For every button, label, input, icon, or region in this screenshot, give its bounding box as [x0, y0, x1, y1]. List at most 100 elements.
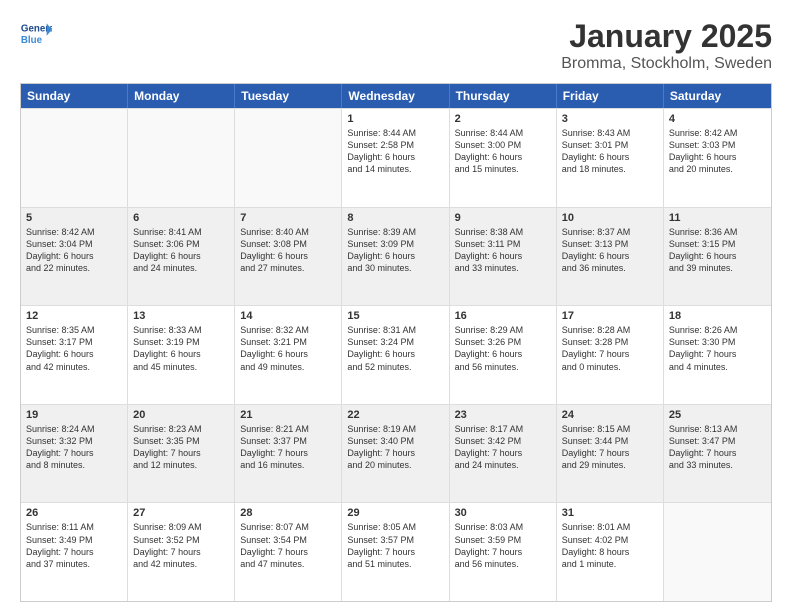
day-cell-14: 14Sunrise: 8:32 AMSunset: 3:21 PMDayligh… [235, 306, 342, 404]
day-number: 2 [455, 113, 551, 125]
day-info: Sunrise: 8:42 AMSunset: 3:04 PMDaylight:… [26, 226, 122, 275]
day-cell-3: 3Sunrise: 8:43 AMSunset: 3:01 PMDaylight… [557, 109, 664, 207]
logo-icon: General Blue [20, 18, 52, 50]
day-number: 29 [347, 507, 443, 519]
day-info: Sunrise: 8:26 AMSunset: 3:30 PMDaylight:… [669, 324, 766, 373]
day-cell-6: 6 Sunrise: 8:41 AMSunset: 3:06 PMDaylight… [128, 208, 235, 306]
day-info: Sunrise: 8:23 AMSunset: 3:35 PMDaylight:… [133, 423, 229, 472]
header-day-thursday: Thursday [450, 84, 557, 108]
day-info: Sunrise: 8:36 AMSunset: 3:15 PMDaylight:… [669, 226, 766, 275]
day-cell-5: 5 Sunrise: 8:42 AMSunset: 3:04 PMDaylight… [21, 208, 128, 306]
day-info: Sunrise: 8:38 AMSunset: 3:11 PMDaylight:… [455, 226, 551, 275]
empty-cell [235, 109, 342, 207]
day-info: Sunrise: 8:28 AMSunset: 3:28 PMDaylight:… [562, 324, 658, 373]
day-info: Sunrise: 8:13 AMSunset: 3:47 PMDaylight:… [669, 423, 766, 472]
page: General Blue January 2025 Bromma, Stockh… [0, 0, 792, 612]
empty-cell [128, 109, 235, 207]
calendar-body: 1 Sunrise: 8:44 AMSunset: 2:58 PMDaylight… [21, 108, 771, 601]
day-cell-9: 9 Sunrise: 8:38 AMSunset: 3:11 PMDaylight… [450, 208, 557, 306]
calendar-header: SundayMondayTuesdayWednesdayThursdayFrid… [21, 84, 771, 108]
main-title: January 2025 [561, 18, 772, 55]
title-block: January 2025 Bromma, Stockholm, Sweden [561, 18, 772, 73]
day-number: 13 [133, 310, 229, 322]
subtitle: Bromma, Stockholm, Sweden [561, 55, 772, 73]
day-cell-21: 21 Sunrise: 8:21 AMSunset: 3:37 PMDayligh… [235, 405, 342, 503]
day-number: 30 [455, 507, 551, 519]
logo: General Blue [20, 18, 52, 50]
day-info: Sunrise: 8:33 AMSunset: 3:19 PMDaylight:… [133, 324, 229, 373]
day-info: Sunrise: 8:01 AMSunset: 4:02 PMDaylight:… [562, 521, 658, 570]
day-cell-8: 8Sunrise: 8:39 AMSunset: 3:09 PMDaylight… [342, 208, 449, 306]
day-number: 14 [240, 310, 336, 322]
day-info: Sunrise: 8:44 AMSunset: 2:58 PMDaylight:… [347, 127, 443, 176]
day-cell-19: 19Sunrise: 8:24 AMSunset: 3:32 PMDayligh… [21, 405, 128, 503]
day-cell-2: 2Sunrise: 8:44 AMSunset: 3:00 PMDaylight… [450, 109, 557, 207]
day-cell-24: 24 Sunrise: 8:15 AMSunset: 3:44 PMDayligh… [557, 405, 664, 503]
day-info: Sunrise: 8:39 AMSunset: 3:09 PMDaylight:… [347, 226, 443, 275]
day-info: Sunrise: 8:35 AMSunset: 3:17 PMDaylight:… [26, 324, 122, 373]
day-cell-11: 11 Sunrise: 8:36 AMSunset: 3:15 PMDayligh… [664, 208, 771, 306]
day-number: 5 [26, 212, 122, 224]
week-row-5: 26Sunrise: 8:11 AMSunset: 3:49 PMDayligh… [21, 502, 771, 601]
day-number: 1 [347, 113, 443, 125]
day-info: Sunrise: 8:19 AMSunset: 3:40 PMDaylight:… [347, 423, 443, 472]
day-cell-30: 30 Sunrise: 8:03 AMSunset: 3:59 PMDayligh… [450, 503, 557, 601]
header-day-wednesday: Wednesday [342, 84, 449, 108]
header-day-sunday: Sunday [21, 84, 128, 108]
day-number: 31 [562, 507, 658, 519]
day-number: 24 [562, 409, 658, 421]
day-info: Sunrise: 8:43 AMSunset: 3:01 PMDaylight:… [562, 127, 658, 176]
header-day-friday: Friday [557, 84, 664, 108]
day-info: Sunrise: 8:24 AMSunset: 3:32 PMDaylight:… [26, 423, 122, 472]
day-number: 4 [669, 113, 766, 125]
day-info: Sunrise: 8:07 AMSunset: 3:54 PMDaylight:… [240, 521, 336, 570]
day-cell-18: 18 Sunrise: 8:26 AMSunset: 3:30 PMDayligh… [664, 306, 771, 404]
day-number: 15 [347, 310, 443, 322]
day-cell-4: 4Sunrise: 8:42 AMSunset: 3:03 PMDaylight… [664, 109, 771, 207]
header-day-saturday: Saturday [664, 84, 771, 108]
day-number: 9 [455, 212, 551, 224]
day-info: Sunrise: 8:21 AMSunset: 3:37 PMDaylight:… [240, 423, 336, 472]
day-number: 28 [240, 507, 336, 519]
svg-text:Blue: Blue [21, 35, 43, 46]
day-info: Sunrise: 8:17 AMSunset: 3:42 PMDaylight:… [455, 423, 551, 472]
day-cell-23: 23 Sunrise: 8:17 AMSunset: 3:42 PMDayligh… [450, 405, 557, 503]
day-info: Sunrise: 8:15 AMSunset: 3:44 PMDaylight:… [562, 423, 658, 472]
day-info: Sunrise: 8:31 AMSunset: 3:24 PMDaylight:… [347, 324, 443, 373]
day-cell-29: 29 Sunrise: 8:05 AMSunset: 3:57 PMDayligh… [342, 503, 449, 601]
day-info: Sunrise: 8:40 AMSunset: 3:08 PMDaylight:… [240, 226, 336, 275]
day-info: Sunrise: 8:09 AMSunset: 3:52 PMDaylight:… [133, 521, 229, 570]
day-number: 16 [455, 310, 551, 322]
day-number: 27 [133, 507, 229, 519]
day-info: Sunrise: 8:29 AMSunset: 3:26 PMDaylight:… [455, 324, 551, 373]
day-number: 7 [240, 212, 336, 224]
day-cell-20: 20 Sunrise: 8:23 AMSunset: 3:35 PMDayligh… [128, 405, 235, 503]
day-number: 22 [347, 409, 443, 421]
day-number: 10 [562, 212, 658, 224]
day-cell-13: 13 Sunrise: 8:33 AMSunset: 3:19 PMDayligh… [128, 306, 235, 404]
day-cell-15: 15 Sunrise: 8:31 AMSunset: 3:24 PMDayligh… [342, 306, 449, 404]
header: General Blue January 2025 Bromma, Stockh… [20, 18, 772, 73]
day-cell-28: 28 Sunrise: 8:07 AMSunset: 3:54 PMDayligh… [235, 503, 342, 601]
day-cell-12: 12Sunrise: 8:35 AMSunset: 3:17 PMDayligh… [21, 306, 128, 404]
day-number: 25 [669, 409, 766, 421]
day-info: Sunrise: 8:41 AMSunset: 3:06 PMDaylight:… [133, 226, 229, 275]
week-row-2: 5 Sunrise: 8:42 AMSunset: 3:04 PMDaylight… [21, 207, 771, 306]
day-number: 20 [133, 409, 229, 421]
week-row-4: 19Sunrise: 8:24 AMSunset: 3:32 PMDayligh… [21, 404, 771, 503]
day-number: 11 [669, 212, 766, 224]
day-cell-22: 22 Sunrise: 8:19 AMSunset: 3:40 PMDayligh… [342, 405, 449, 503]
day-number: 18 [669, 310, 766, 322]
day-number: 23 [455, 409, 551, 421]
week-row-3: 12Sunrise: 8:35 AMSunset: 3:17 PMDayligh… [21, 305, 771, 404]
day-info: Sunrise: 8:05 AMSunset: 3:57 PMDaylight:… [347, 521, 443, 570]
day-number: 17 [562, 310, 658, 322]
week-row-1: 1 Sunrise: 8:44 AMSunset: 2:58 PMDaylight… [21, 108, 771, 207]
day-number: 21 [240, 409, 336, 421]
day-cell-26: 26Sunrise: 8:11 AMSunset: 3:49 PMDayligh… [21, 503, 128, 601]
day-info: Sunrise: 8:03 AMSunset: 3:59 PMDaylight:… [455, 521, 551, 570]
day-number: 6 [133, 212, 229, 224]
calendar: SundayMondayTuesdayWednesdayThursdayFrid… [20, 83, 772, 602]
day-info: Sunrise: 8:37 AMSunset: 3:13 PMDaylight:… [562, 226, 658, 275]
header-day-tuesday: Tuesday [235, 84, 342, 108]
